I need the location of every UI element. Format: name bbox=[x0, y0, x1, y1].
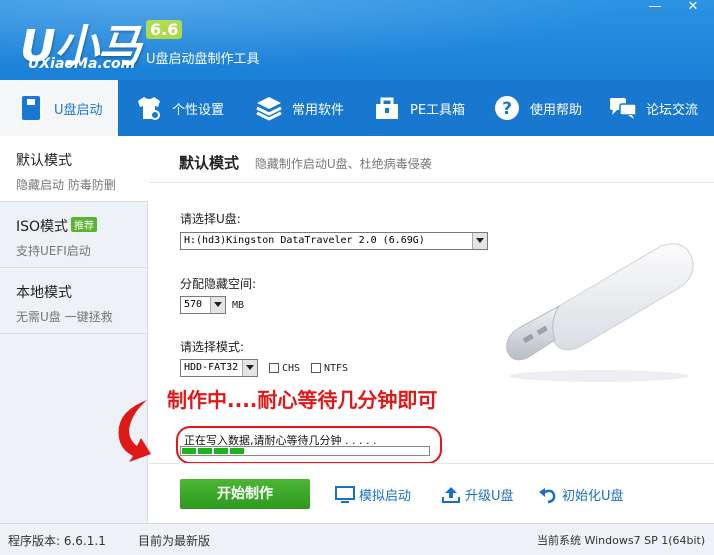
hidden-space-label: 分配隐藏空间: bbox=[180, 277, 257, 291]
hidden-space-unit: MB bbox=[232, 300, 245, 311]
usb-drive-icon bbox=[16, 93, 46, 123]
header-divider bbox=[149, 182, 714, 183]
simulate-boot-button[interactable]: 模拟启动 bbox=[335, 485, 411, 504]
chevron-down-icon bbox=[210, 297, 225, 313]
sidebar-item-title-text: ISO模式 bbox=[16, 219, 69, 235]
sidebar-item-default-mode[interactable]: 默认模式 隐藏启动 防毒防删 bbox=[0, 136, 148, 202]
chevron-down-icon bbox=[472, 233, 487, 249]
close-button[interactable]: ✕ bbox=[678, 0, 708, 16]
progress-fill bbox=[181, 447, 429, 455]
nav-item-help[interactable]: ? 使用帮助 bbox=[476, 80, 592, 136]
progress-segment bbox=[198, 448, 212, 454]
progress-notice: 制作中....耐心等待几分钟即可 bbox=[167, 388, 438, 412]
nav-item-usb-boot[interactable]: U盘启动 bbox=[0, 80, 118, 136]
chs-label: CHS bbox=[282, 363, 301, 374]
init-usb-label: 初始化U盘 bbox=[562, 489, 624, 504]
recommend-badge: 推荐 bbox=[71, 217, 98, 232]
nav-item-software[interactable]: 常用软件 bbox=[238, 80, 356, 136]
disk-select[interactable]: H:(hd3)Kingston DataTraveler 2.0 (6.69G) bbox=[180, 232, 488, 250]
ntfs-label: NTFS bbox=[324, 363, 349, 374]
sidebar-item-local-mode[interactable]: 本地模式 无需U盘 一键拯救 bbox=[0, 268, 147, 334]
select-disk-label: 请选择U盘: bbox=[180, 212, 241, 226]
program-version: 程序版本: 6.6.1.1 bbox=[8, 534, 106, 548]
minimize-button[interactable]: — bbox=[640, 0, 670, 16]
sidebar-item-title: 默认模式 bbox=[16, 153, 72, 169]
upload-icon bbox=[442, 486, 460, 503]
chs-checkbox[interactable] bbox=[269, 363, 279, 373]
hidden-space-select[interactable]: 570 bbox=[180, 296, 226, 314]
red-arrow-icon bbox=[118, 400, 151, 462]
main-panel: 默认模式 隐藏制作启动U盘、杜绝病毒侵袭 请选择U盘: H:(hd3)Kings… bbox=[118, 136, 714, 523]
nav-item-forum[interactable]: 论坛交流 bbox=[592, 80, 714, 136]
sidebar-item-iso-mode[interactable]: ISO模式 推荐 支持UEFI启动 bbox=[0, 202, 147, 268]
progress-segment bbox=[230, 448, 244, 454]
help-icon: ? bbox=[492, 93, 522, 123]
nav-item-personalize[interactable]: 个性设置 bbox=[118, 80, 238, 136]
progress-bar bbox=[180, 446, 430, 456]
nav-label: 常用软件 bbox=[292, 102, 345, 118]
mode-label: 请选择模式: bbox=[180, 340, 245, 354]
mode-select[interactable]: HDD-FAT32 bbox=[180, 359, 258, 377]
start-button[interactable]: 开始制作 bbox=[180, 479, 310, 509]
chevron-down-icon bbox=[242, 360, 257, 376]
app-header: U小马 6.6 UXiaoMa.com U盘启动盘制作工具 bbox=[0, 0, 714, 80]
init-usb-button[interactable]: 初始化U盘 bbox=[538, 485, 624, 504]
nav-label: 论坛交流 bbox=[646, 102, 699, 118]
undo-icon bbox=[539, 487, 556, 503]
svg-text:?: ? bbox=[502, 99, 512, 119]
status-bar: 程序版本: 6.6.1.1 目前为最新版 当前系统 Windows7 SP 1(… bbox=[0, 523, 714, 555]
hidden-space-value: 570 bbox=[184, 299, 203, 310]
app-tagline: U盘启动盘制作工具 bbox=[146, 52, 260, 67]
logo-site: UXiaoMa.com bbox=[28, 56, 136, 72]
mode-sidebar: 默认模式 隐藏启动 防毒防删 ISO模式 推荐 支持UEFI启动 本地模式 无需U… bbox=[0, 136, 148, 523]
main-header: 默认模式 隐藏制作启动U盘、杜绝病毒侵袭 bbox=[179, 152, 432, 173]
logo-text: U小马 bbox=[20, 21, 142, 72]
upgrade-usb-button[interactable]: 升级U盘 bbox=[441, 485, 514, 504]
version-badge: 6.6 bbox=[146, 20, 183, 39]
toolbox-icon bbox=[372, 93, 402, 123]
app-logo: U小马 6.6 UXiaoMa.com U盘启动盘制作工具 bbox=[20, 8, 270, 74]
simulate-boot-label: 模拟启动 bbox=[359, 489, 412, 504]
nav-label: U盘启动 bbox=[54, 102, 103, 118]
monitor-icon bbox=[335, 485, 355, 503]
sidebar-item-sub: 隐藏启动 防毒防删 bbox=[16, 178, 116, 192]
main-nav: U盘启动 个性设置 常用软件 PE工具箱 ? 使用帮助 论坛交流 bbox=[0, 80, 714, 136]
stack-icon bbox=[254, 93, 284, 123]
nav-item-pe-toolbox[interactable]: PE工具箱 bbox=[356, 80, 476, 136]
sidebar-item-title: 本地模式 bbox=[16, 285, 72, 301]
chat-icon bbox=[608, 93, 638, 123]
mode-select-value: HDD-FAT32 bbox=[184, 362, 239, 373]
ntfs-checkbox[interactable] bbox=[311, 363, 321, 373]
page-title: 默认模式 bbox=[179, 154, 240, 172]
sidebar-item-title: ISO模式 推荐 bbox=[16, 216, 147, 236]
update-status: 目前为最新版 bbox=[138, 534, 211, 548]
sidebar-item-sub: 无需U盘 一键拯救 bbox=[16, 310, 113, 324]
nav-label: 个性设置 bbox=[172, 102, 225, 118]
nav-label: PE工具箱 bbox=[410, 102, 466, 118]
page-description: 隐藏制作启动U盘、杜绝病毒侵袭 bbox=[254, 157, 432, 171]
progress-segment bbox=[214, 448, 228, 454]
current-system: 当前系统 Windows7 SP 1(64bit) bbox=[537, 534, 706, 547]
action-bar: 开始制作 模拟启动 升级U盘 初始化U盘 bbox=[149, 463, 714, 523]
shirt-icon bbox=[134, 93, 164, 123]
sidebar-item-sub: 支持UEFI启动 bbox=[16, 244, 91, 258]
disk-select-value: H:(hd3)Kingston DataTraveler 2.0 (6.69G) bbox=[184, 235, 425, 246]
progress-segment bbox=[182, 448, 196, 454]
nav-label: 使用帮助 bbox=[530, 102, 583, 118]
usb-drive-illustration bbox=[506, 243, 694, 382]
upgrade-usb-label: 升级U盘 bbox=[465, 489, 514, 504]
